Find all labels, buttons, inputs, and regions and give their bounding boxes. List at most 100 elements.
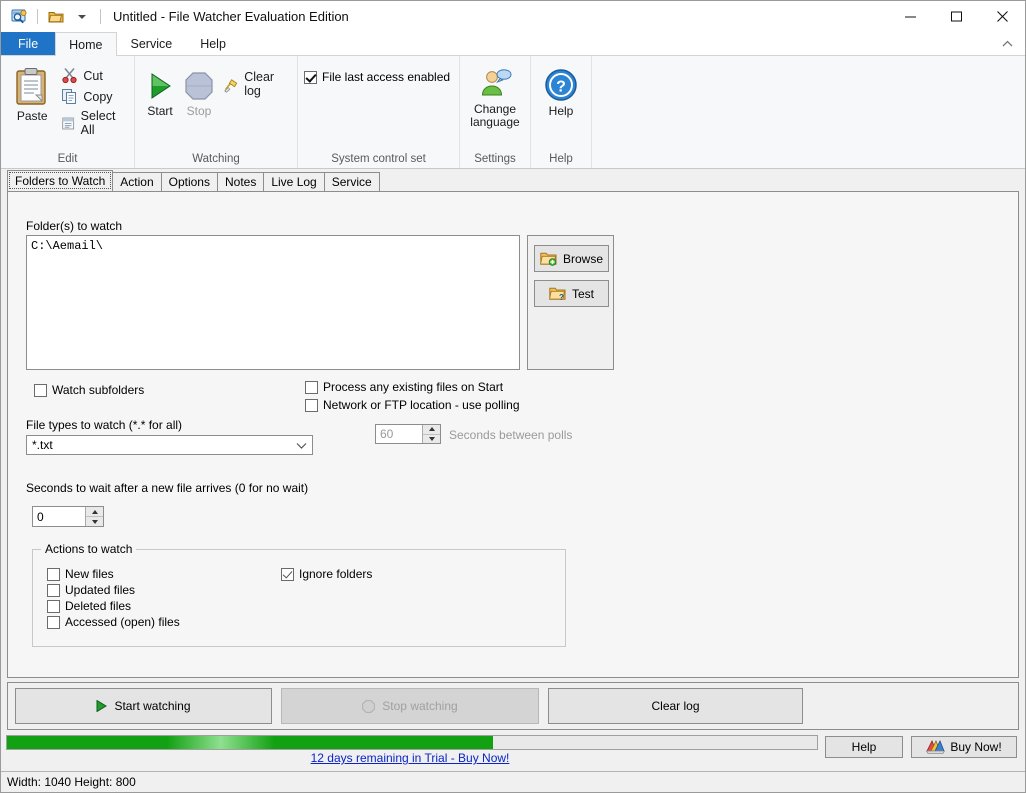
deleted-files-label: Deleted files bbox=[65, 599, 131, 613]
stop-octagon-icon bbox=[183, 70, 215, 102]
process-existing-checkbox[interactable]: Process any existing files on Start bbox=[305, 380, 503, 394]
tab-folders-to-watch[interactable]: Folders to Watch bbox=[7, 170, 113, 191]
actions-to-watch-title: Actions to watch bbox=[41, 542, 136, 556]
close-button[interactable] bbox=[979, 1, 1025, 32]
svg-text:?: ? bbox=[559, 293, 564, 301]
clear-log-ribbon-button[interactable]: Clear log bbox=[219, 69, 291, 99]
paste-button-label: Paste bbox=[17, 110, 48, 123]
spinner-down-button[interactable] bbox=[86, 517, 103, 526]
application-window: Untitled - File Watcher Evaluation Editi… bbox=[0, 0, 1026, 793]
checkbox-box bbox=[47, 616, 60, 629]
stop-octagon-icon bbox=[362, 700, 375, 713]
checkbox-box bbox=[47, 584, 60, 597]
ribbon-group-help-label: Help bbox=[531, 150, 591, 168]
accessed-files-label: Accessed (open) files bbox=[65, 615, 180, 629]
clear-log-button[interactable]: Clear log bbox=[548, 688, 803, 724]
wait-seconds-spinner[interactable]: 0 bbox=[32, 506, 104, 527]
status-bar-text: Width: 1040 Height: 800 bbox=[7, 775, 136, 789]
trial-zone: 12 days remaining in Trial - Buy Now! He… bbox=[1, 733, 1025, 771]
tab-options[interactable]: Options bbox=[161, 172, 218, 191]
minimize-button[interactable] bbox=[887, 1, 933, 32]
start-watching-button[interactable]: Start watching bbox=[15, 688, 272, 724]
ribbon-group-edit: Paste Cut bbox=[1, 56, 134, 168]
tab-service[interactable]: Service bbox=[324, 172, 380, 191]
ribbon-filler bbox=[591, 56, 1025, 168]
checkbox-box bbox=[47, 600, 60, 613]
start-button-label: Start bbox=[147, 105, 172, 118]
chevron-down-icon bbox=[290, 436, 312, 454]
window-title: Untitled - File Watcher Evaluation Editi… bbox=[113, 9, 349, 24]
stop-watching-label: Stop watching bbox=[382, 699, 457, 713]
test-button[interactable]: ? Test bbox=[534, 280, 609, 307]
tab-live-log[interactable]: Live Log bbox=[263, 172, 324, 191]
tab-action[interactable]: Action bbox=[112, 172, 161, 191]
accessed-files-checkbox[interactable]: Accessed (open) files bbox=[47, 615, 180, 629]
trial-progress-bar bbox=[6, 735, 818, 750]
trial-buy-now-link[interactable]: 12 days remaining in Trial - Buy Now! bbox=[1, 751, 819, 765]
cut-button[interactable]: Cut bbox=[57, 66, 128, 85]
stop-button-label: Stop bbox=[187, 105, 212, 118]
start-button[interactable]: Start bbox=[141, 66, 179, 118]
tab-notes[interactable]: Notes bbox=[217, 172, 264, 191]
network-polling-checkbox[interactable]: Network or FTP location - use polling bbox=[305, 398, 520, 412]
select-all-icon bbox=[61, 115, 75, 132]
spinner-up-button[interactable] bbox=[423, 425, 440, 435]
ribbon-group-system-control-set: File last access enabled System control … bbox=[297, 56, 459, 168]
chevron-up-icon[interactable] bbox=[999, 35, 1015, 51]
file-last-access-checkbox[interactable]: File last access enabled bbox=[304, 70, 450, 84]
qat-divider-2 bbox=[100, 9, 101, 24]
copy-button[interactable]: Copy bbox=[57, 87, 128, 106]
spinner-down-button[interactable] bbox=[423, 435, 440, 444]
save-icon[interactable] bbox=[46, 7, 66, 27]
poll-seconds-spinner[interactable]: 60 bbox=[375, 424, 441, 444]
window-controls bbox=[887, 1, 1025, 32]
help-ribbon-label: Help bbox=[549, 105, 574, 118]
ribbon-tab-help[interactable]: Help bbox=[186, 32, 240, 55]
poll-seconds-label: Seconds between polls bbox=[449, 428, 572, 442]
spinner-buttons[interactable] bbox=[85, 507, 103, 526]
spinner-up-button[interactable] bbox=[86, 507, 103, 517]
poll-seconds-value: 60 bbox=[380, 427, 393, 441]
trial-progress-fill bbox=[7, 736, 493, 749]
ribbon-tab-service[interactable]: Service bbox=[117, 32, 187, 55]
ribbon-tab-home[interactable]: Home bbox=[55, 32, 116, 56]
ribbon-group-watching-label: Watching bbox=[135, 150, 297, 168]
help-ribbon-button[interactable]: ? Help bbox=[537, 64, 585, 118]
updated-files-label: Updated files bbox=[65, 583, 135, 597]
maximize-button[interactable] bbox=[933, 1, 979, 32]
ribbon-group-settings: Change language Settings bbox=[459, 56, 530, 168]
watch-subfolders-label: Watch subfolders bbox=[52, 383, 144, 397]
spinner-buttons[interactable] bbox=[422, 425, 440, 443]
network-polling-label: Network or FTP location - use polling bbox=[323, 398, 520, 412]
new-files-checkbox[interactable]: New files bbox=[47, 567, 114, 581]
checkbox-box bbox=[34, 384, 47, 397]
change-language-button[interactable]: Change language bbox=[466, 64, 524, 129]
ignore-folders-checkbox[interactable]: Ignore folders bbox=[281, 567, 372, 581]
file-last-access-label: File last access enabled bbox=[322, 70, 450, 84]
stop-watching-button: Stop watching bbox=[281, 688, 539, 724]
browse-button[interactable]: Browse bbox=[534, 245, 609, 272]
ribbon-tab-file[interactable]: File bbox=[1, 32, 55, 55]
watch-subfolders-checkbox[interactable]: Watch subfolders bbox=[34, 383, 144, 397]
new-files-label: New files bbox=[65, 567, 114, 581]
buy-now-button[interactable]: Buy Now! bbox=[911, 736, 1017, 758]
deleted-files-checkbox[interactable]: Deleted files bbox=[47, 599, 131, 613]
file-types-combobox[interactable]: *.txt bbox=[26, 435, 313, 455]
help-button[interactable]: Help bbox=[825, 736, 903, 758]
help-question-icon: ? bbox=[544, 68, 578, 102]
broom-icon bbox=[223, 75, 239, 94]
ribbon-group-help: ? Help Help bbox=[530, 56, 591, 168]
file-types-label: File types to watch (*.* for all) bbox=[26, 418, 182, 432]
folder-add-icon bbox=[540, 251, 557, 266]
quick-access-toolbar bbox=[1, 1, 103, 32]
ribbon-group-watching: Start Stop Clear log bbox=[134, 56, 297, 168]
folders-to-watch-page: Folder(s) to watch C:\Aemail\ Browse ? bbox=[7, 191, 1019, 678]
file-watcher-icon[interactable] bbox=[9, 7, 29, 27]
wait-seconds-value: 0 bbox=[37, 510, 44, 524]
paste-button[interactable]: Paste bbox=[7, 63, 57, 123]
select-all-button[interactable]: Select All bbox=[57, 108, 128, 138]
qat-dropdown-icon[interactable] bbox=[72, 7, 92, 27]
folders-to-watch-textarea[interactable]: C:\Aemail\ bbox=[26, 235, 520, 370]
updated-files-checkbox[interactable]: Updated files bbox=[47, 583, 135, 597]
file-types-value: *.txt bbox=[32, 438, 53, 452]
